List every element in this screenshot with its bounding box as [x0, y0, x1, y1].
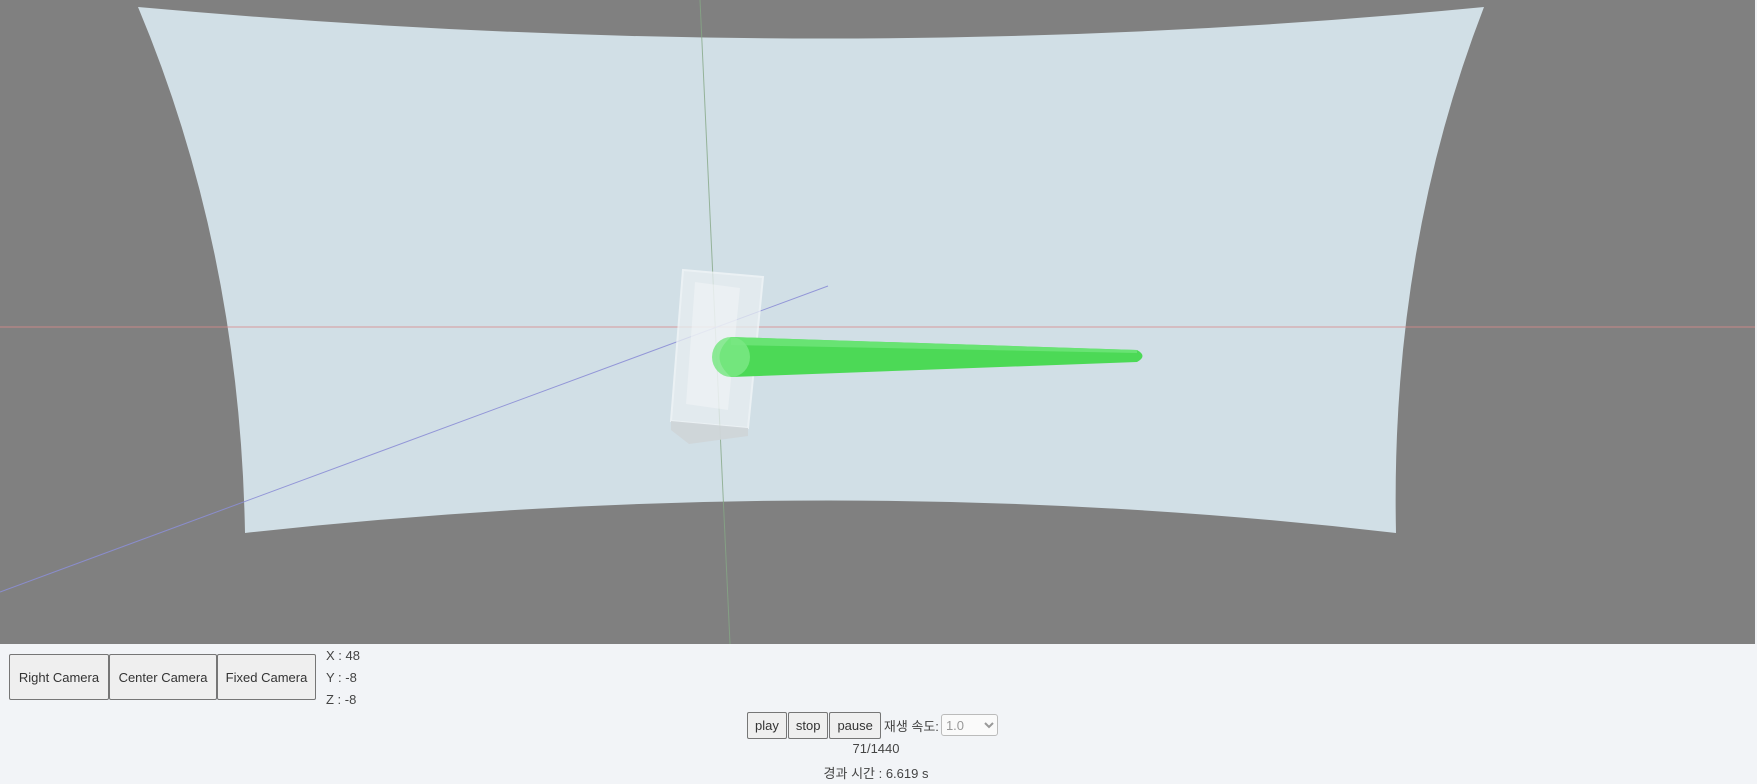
control-panel: Right Camera Center Camera Fixed Camera … — [0, 644, 1757, 784]
coordinate-y: Y : -8 — [326, 670, 357, 685]
elapsed-time: 경과 시간 : 6.619 s — [823, 766, 929, 781]
playback-controls: play stop pause 재생 속도: 1.0 — [747, 711, 998, 739]
right-camera-button[interactable]: Right Camera — [9, 654, 109, 700]
pause-button[interactable]: pause — [829, 711, 881, 739]
coordinate-x: X : 48 — [326, 648, 360, 663]
3d-viewport[interactable] — [0, 0, 1755, 644]
coordinate-z: Z : -8 — [326, 692, 357, 707]
playback-speed-label: 재생 속도: — [883, 718, 939, 734]
playback-speed-select[interactable]: 1.0 — [940, 714, 998, 736]
fixed-camera-button[interactable]: Fixed Camera — [217, 654, 316, 700]
play-button[interactable]: play — [747, 711, 787, 739]
3d-scene[interactable] — [0, 0, 1755, 644]
projection-screen — [138, 7, 1484, 533]
frame-counter: 71/1440 — [852, 741, 900, 756]
stop-button[interactable]: stop — [787, 711, 829, 739]
center-camera-button[interactable]: Center Camera — [109, 654, 217, 700]
